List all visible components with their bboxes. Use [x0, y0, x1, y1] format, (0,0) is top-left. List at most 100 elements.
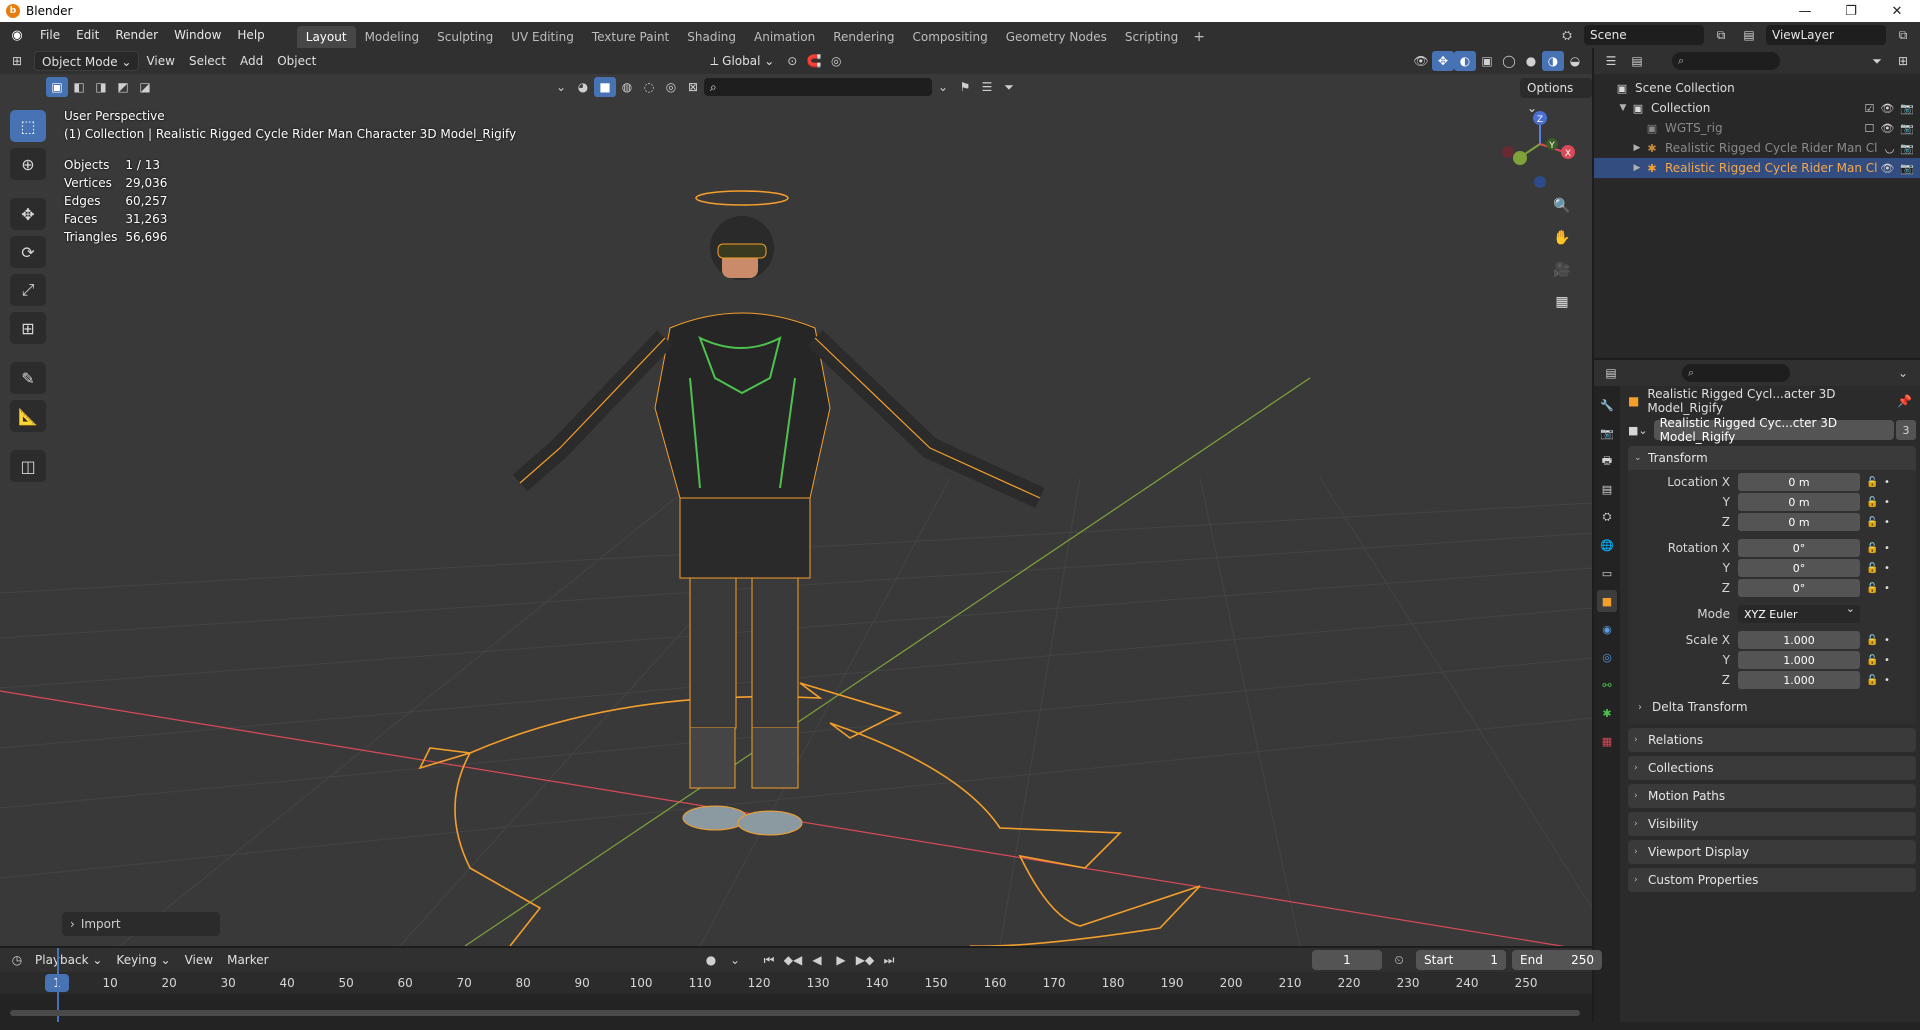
- snap-icon[interactable]: 🧲: [803, 51, 825, 71]
- preview-range-clock-icon[interactable]: ⏲: [1388, 950, 1410, 970]
- start-frame-field[interactable]: Start 1: [1416, 950, 1506, 970]
- pin-icon[interactable]: 📌: [1897, 394, 1912, 408]
- scale-z-field[interactable]: 1.000: [1738, 671, 1860, 689]
- rendered-shading-icon[interactable]: ◒: [1564, 51, 1586, 71]
- lock-icon[interactable]: 🔓: [1866, 477, 1880, 488]
- last-operator-panel[interactable]: › Import: [62, 912, 220, 936]
- lock-icon[interactable]: 🔓: [1866, 583, 1880, 594]
- outliner-row-object[interactable]: ▶ ✱ Realistic Rigged Cycle Rider Man Cl …: [1594, 138, 1920, 158]
- xray-icon[interactable]: ▣: [1476, 51, 1498, 71]
- mode-selector[interactable]: Object Mode ⌄: [34, 51, 140, 71]
- measure-tool-icon[interactable]: 📐: [10, 400, 46, 432]
- transform-tool-icon[interactable]: ⊞: [10, 312, 46, 344]
- chevron-right-icon[interactable]: ▶: [1630, 143, 1644, 153]
- transform-orientation[interactable]: ⟂ Global ⌄: [703, 51, 781, 71]
- visibility-panel[interactable]: › Visibility: [1628, 812, 1916, 836]
- chevron-down-icon[interactable]: ▼: [1616, 103, 1630, 113]
- lock-icon[interactable]: 🔓: [1866, 563, 1880, 574]
- add-cube-tool-icon[interactable]: ◫: [10, 450, 46, 482]
- filter-icon[interactable]: ⏷: [1866, 51, 1888, 71]
- pan-hand-icon[interactable]: ✋: [1548, 225, 1576, 251]
- modifiers-tab-icon[interactable]: ◉: [1597, 618, 1617, 640]
- new-scene-icon[interactable]: ⧉: [1710, 25, 1732, 45]
- keyframe-dot-icon[interactable]: •: [1884, 517, 1890, 528]
- jump-start-icon[interactable]: ⏮: [758, 950, 780, 970]
- rotation-mode-select[interactable]: XYZ Euler: [1738, 602, 1860, 623]
- editor-type-icon[interactable]: ⊞: [6, 51, 28, 71]
- frame-ruler[interactable]: 1 10203040506070809010011012013014015016…: [0, 974, 1592, 994]
- relations-panel[interactable]: › Relations: [1628, 728, 1916, 752]
- lock-icon[interactable]: 🔓: [1866, 543, 1880, 554]
- shading-color-icon[interactable]: ◕: [572, 77, 594, 97]
- scale-tool-icon[interactable]: ⤢: [10, 274, 46, 306]
- viewport-search-input[interactable]: ⌕: [704, 78, 932, 96]
- tab-geometry-nodes[interactable]: Geometry Nodes: [997, 26, 1116, 48]
- solid-shading-icon[interactable]: ●: [1520, 51, 1542, 71]
- tab-animation[interactable]: Animation: [745, 26, 824, 48]
- minimize-button[interactable]: —: [1782, 0, 1828, 22]
- display-light-icon[interactable]: ◌: [638, 77, 660, 97]
- keyframe-track[interactable]: [0, 948, 1592, 1022]
- datablock-name-field[interactable]: Realistic Rigged Cyc...cter 3D Model_Rig…: [1653, 416, 1894, 444]
- menu-keying[interactable]: Keying ⌄: [109, 950, 177, 970]
- datablock-browse-icon[interactable]: ■⌄: [1628, 424, 1648, 437]
- object-data-tab-icon[interactable]: ✱: [1597, 702, 1617, 724]
- end-frame-field[interactable]: End 250: [1512, 950, 1602, 970]
- keyframe-dot-icon[interactable]: •: [1884, 635, 1890, 646]
- play-reverse-icon[interactable]: ◀: [806, 950, 828, 970]
- viewlayer-field[interactable]: ViewLayer: [1766, 25, 1886, 45]
- zoom-icon[interactable]: 🔍: [1548, 193, 1576, 219]
- menu-playback[interactable]: Playback ⌄: [28, 950, 109, 970]
- menu-select[interactable]: Select: [182, 51, 233, 71]
- prev-keyframe-icon[interactable]: ◆◀: [782, 950, 804, 970]
- timeline-editor-icon[interactable]: ◷: [6, 950, 28, 970]
- select-invert-icon[interactable]: ◩: [112, 77, 134, 97]
- display-empty-icon[interactable]: ⊠: [682, 77, 704, 97]
- overlay-toggle-icon[interactable]: ◐: [1454, 51, 1476, 71]
- viewport-display-panel[interactable]: › Viewport Display: [1628, 840, 1916, 864]
- render-camera-icon[interactable]: 📷: [1900, 142, 1914, 155]
- 3d-viewport[interactable]: Z X Y ⊞ Object Mode ⌄ View Select Add Ob…: [0, 48, 1592, 946]
- close-button[interactable]: ✕: [1874, 0, 1920, 22]
- properties-editor-icon[interactable]: ▤: [1600, 363, 1622, 383]
- motion-paths-panel[interactable]: › Motion Paths: [1628, 784, 1916, 808]
- root-control-widget[interactable]: [418, 682, 1201, 946]
- keyframe-dot-icon[interactable]: •: [1884, 563, 1890, 574]
- collapse-icon[interactable]: ⌄: [932, 77, 954, 97]
- move-tool-icon[interactable]: ✥: [10, 198, 46, 230]
- render-camera-icon[interactable]: 📷: [1900, 162, 1914, 175]
- navigation-gizmo[interactable]: Z X Y: [1502, 111, 1575, 188]
- tool-tab-icon[interactable]: 🔧: [1597, 394, 1617, 416]
- annotate-tool-icon[interactable]: ✎: [10, 362, 46, 394]
- outliner-row-scene-collection[interactable]: ▣ Scene Collection: [1594, 78, 1920, 98]
- proportional-edit-icon[interactable]: ◎: [825, 51, 847, 71]
- jump-end-icon[interactable]: ⏭: [878, 950, 900, 970]
- viewlayer-selector-icon[interactable]: ▤: [1738, 25, 1760, 45]
- menu-render[interactable]: Render: [107, 25, 166, 45]
- location-z-field[interactable]: 0 m: [1738, 513, 1860, 531]
- menu-add[interactable]: Add: [233, 51, 270, 71]
- chevron-down-icon[interactable]: ⌄: [1892, 363, 1914, 383]
- texture-tab-icon[interactable]: ▦: [1597, 730, 1617, 752]
- chevron-down-icon[interactable]: ⌄: [724, 950, 746, 970]
- outliner-row-wgts-rig[interactable]: ▣ WGTS_rig ☐ 👁 📷: [1594, 118, 1920, 138]
- new-collection-icon[interactable]: ⊞: [1892, 51, 1914, 71]
- bookmark-icon[interactable]: ⚑: [954, 77, 976, 97]
- render-camera-icon[interactable]: 📷: [1900, 122, 1914, 135]
- expand-icon[interactable]: ⌄: [550, 77, 572, 97]
- material-shading-icon[interactable]: ◑: [1542, 51, 1564, 71]
- rotation-x-field[interactable]: 0°: [1738, 539, 1860, 557]
- outliner-row-object-selected[interactable]: ▶ ✱ Realistic Rigged Cycle Rider Man Cl …: [1594, 158, 1920, 178]
- select-intersect-icon[interactable]: ◪: [134, 77, 156, 97]
- timeline-scrollbar[interactable]: [10, 1010, 1580, 1016]
- tab-modeling[interactable]: Modeling: [356, 26, 429, 48]
- next-keyframe-icon[interactable]: ▶◆: [854, 950, 876, 970]
- options-button[interactable]: Options ⌄: [1520, 78, 1592, 115]
- lock-icon[interactable]: 🔓: [1866, 655, 1880, 666]
- outliner-editor-icon[interactable]: ☰: [1600, 51, 1622, 71]
- gizmo-toggle-icon[interactable]: ✥: [1432, 51, 1454, 71]
- properties-search-input[interactable]: ⌕: [1682, 364, 1790, 382]
- tab-sculpting[interactable]: Sculpting: [428, 26, 502, 48]
- outliner-row-collection[interactable]: ▼ ▣ Collection ☑ 👁 📷: [1594, 98, 1920, 118]
- add-workspace-icon[interactable]: +: [1187, 26, 1211, 48]
